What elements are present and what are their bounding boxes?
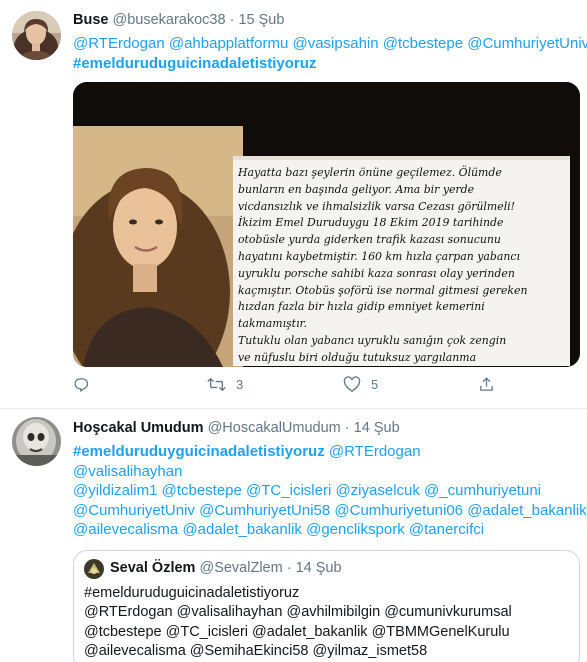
mention-link[interactable]: @ziyaselcuk xyxy=(335,482,419,499)
tweet-line: @ailevecalisma @adalet_bakanlik @genclik… xyxy=(73,520,579,540)
display-name[interactable]: Hoşcakal Umudum xyxy=(73,420,204,436)
tweet-text: @RTErdogan @ahbapplatformu @vasipsahin @… xyxy=(73,34,587,74)
reply-icon xyxy=(74,378,89,393)
quote-header: Seval Özlem @SevalZlem · 14 Şub xyxy=(110,559,342,577)
username[interactable]: @HoscakalUmudum xyxy=(208,420,341,436)
separator: · xyxy=(286,560,292,576)
like-button[interactable]: 5 xyxy=(343,376,378,393)
like-count: 5 xyxy=(371,377,379,392)
separator: · xyxy=(229,12,235,28)
quote-display-name: Seval Özlem xyxy=(110,560,196,576)
tweet-image[interactable]: Hayatta bazı şeylerin önüne geçilemez. Ö… xyxy=(73,82,580,367)
tweet-header: Hoşcakal Umudum @HoscakalUmudum · 14 Şub xyxy=(73,419,400,437)
note-line: vicdansızlık ve ihmalsizlik varsa Cezası… xyxy=(238,199,516,213)
mention-link[interactable]: @CumhuriyetUniv xyxy=(73,502,195,519)
avatar[interactable] xyxy=(12,11,61,60)
quote-timestamp: 14 Şub xyxy=(295,560,342,576)
mention-link[interactable]: @valisalihayhan xyxy=(73,463,182,480)
hashtag-link[interactable]: #emelduruduyguicinadaletistiyoruz xyxy=(73,443,325,460)
mention-link[interactable]: @adalet_bakanlik xyxy=(467,502,586,519)
mention-link[interactable]: @tcbestepe xyxy=(383,35,463,52)
tweet-line: @CumhuriyetUniv @CumhuriyetUni58 @Cumhur… xyxy=(73,501,587,521)
mention-link[interactable]: @tanercifci xyxy=(409,521,484,538)
mention-link[interactable]: @genclikspork xyxy=(306,521,405,538)
hashtag-link[interactable]: #emelduruduguicinadaletistiyoruz xyxy=(73,54,579,74)
note-line: Hayatta bazı şeylerin önüne geçilemez. Ö… xyxy=(238,166,502,179)
note-line: hayatını kaybetmiştir. 160 km hızla çarp… xyxy=(238,249,520,263)
note-line: Tutuklu olan yabancı uyruklu sanığın çok… xyxy=(238,333,507,347)
mention-link[interactable]: @CumhuriyetUniv xyxy=(467,35,587,52)
retweet-count: 3 xyxy=(236,377,244,392)
note-line: ve nüfuslu biri olduğu tutuksuz yargılan… xyxy=(238,350,477,364)
username[interactable]: @busekarakoc38 xyxy=(113,12,226,28)
quote-avatar[interactable] xyxy=(84,559,104,579)
quote-line: @tcbestepe @TC_icisleri @adalet_bakanlik… xyxy=(84,623,510,640)
mention-link[interactable]: @tcbestepe xyxy=(162,482,242,499)
quote-username: @SevalZlem xyxy=(199,560,283,576)
note-line: İkizim Emel Duruduygu 18 Ekim 2019 tarih… xyxy=(238,216,504,230)
note-line: takmamıştır. xyxy=(238,317,308,331)
share-button[interactable] xyxy=(478,376,495,393)
display-name[interactable]: Buse xyxy=(73,12,108,28)
mention-link[interactable]: @vasipsahin xyxy=(292,35,378,52)
mention-link[interactable]: @ailevecalisma xyxy=(73,521,178,538)
note-line: hızdan fazla bir hızla gidip emniyet kem… xyxy=(238,300,485,314)
note-line: kaçmıştır. Otobüs şoförü ise normal gitm… xyxy=(238,283,528,297)
quote-text: #emelduruduguicinadaletistiyoruz @RTErdo… xyxy=(84,584,512,661)
timestamp[interactable]: 14 Şub xyxy=(354,420,400,436)
retweet-button[interactable]: 3 xyxy=(207,376,243,393)
separator: · xyxy=(344,420,350,436)
tweet[interactable]: Buse @busekarakoc38 · 15 Şub @RTErdogan … xyxy=(0,0,587,409)
mention-link[interactable]: @Cumhuriyetuni06 xyxy=(334,502,463,519)
handwritten-note: Hayatta bazı şeylerin önüne geçilemez. Ö… xyxy=(238,165,572,367)
tweet[interactable]: Hoşcakal Umudum @HoscakalUmudum · 14 Şub… xyxy=(0,409,587,662)
timestamp[interactable]: 15 Şub xyxy=(238,12,284,28)
tweet-line: #emelduruduyguicinadaletistiyoruz @RTErd… xyxy=(73,442,579,462)
tweet-line: @yildizalim1 @tcbestepe @TC_icisleri @zi… xyxy=(73,481,579,501)
quoted-tweet[interactable]: Seval Özlem @SevalZlem · 14 Şub #emeldur… xyxy=(73,550,580,662)
mention-link[interactable]: @TC_icisleri xyxy=(246,482,331,499)
mention-link[interactable]: @_cumhuriyetuni xyxy=(424,482,541,499)
mention-link[interactable]: @adalet_bakanlik xyxy=(182,521,301,538)
tweet-line: @valisalihayhan xyxy=(73,462,579,482)
note-line: uyruklu porsche sahibi kaza sonrası olay… xyxy=(238,266,515,280)
tweet-text: #emelduruduyguicinadaletistiyoruz @RTErd… xyxy=(73,442,587,540)
quote-line: #emelduruduguicinadaletistiyoruz xyxy=(84,585,300,601)
mention-link[interactable]: @RTErdogan xyxy=(329,443,421,460)
tweet-header: Buse @busekarakoc38 · 15 Şub xyxy=(73,11,284,29)
mention-link[interactable]: @ahbapplatformu xyxy=(169,35,288,52)
reply-button[interactable] xyxy=(73,376,100,393)
mention-link[interactable]: @CumhuriyetUni58 xyxy=(199,502,330,519)
share-icon xyxy=(480,377,493,391)
quote-line: @ailevecalisma @SemihaEkinci58 @yilmaz_i… xyxy=(84,642,428,659)
quote-line: @RTErdogan @valisalihayhan @avhilmibilgi… xyxy=(84,604,512,621)
avatar[interactable] xyxy=(12,417,61,466)
mention-link[interactable]: @RTErdogan xyxy=(73,35,165,52)
like-icon xyxy=(343,376,361,393)
retweet-icon xyxy=(207,377,226,392)
tweet-actions: 3 5 xyxy=(73,376,493,398)
mention-line: @RTErdogan @ahbapplatformu @vasipsahin @… xyxy=(73,34,587,54)
mention-link[interactable]: @yildizalim1 xyxy=(73,482,157,499)
note-line: otobüsle yurda giderken trafik kazası so… xyxy=(238,233,501,247)
note-line: bunların en başında geliyor. Ama bir yer… xyxy=(238,182,475,196)
